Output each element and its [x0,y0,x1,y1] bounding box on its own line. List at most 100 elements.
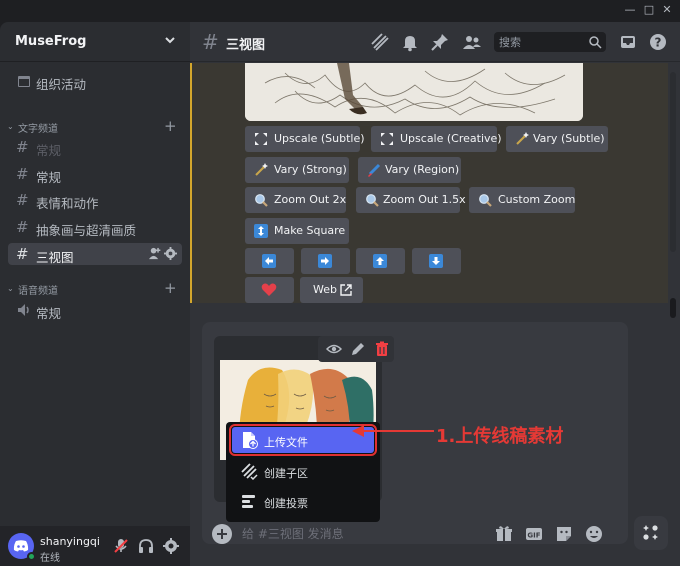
hash-icon: # [16,191,29,209]
upscale-subtle-button[interactable]: Upscale (Subtle) [245,126,365,152]
sidebar-item-events[interactable]: 组织活动 [8,70,182,92]
chevron-down-icon: ⌄ [7,122,14,131]
mic-muted-icon[interactable] [112,537,130,555]
add-channel-icon[interactable]: + [164,279,177,297]
create-thread-menu-item[interactable]: 创建子区 [232,458,374,484]
threads-icon[interactable] [370,32,390,52]
channel-label: 抽象画与超清画质 [36,223,137,238]
zoom-out-2x-button[interactable]: Zoom Out 2x [245,187,346,213]
web-link-button[interactable]: Web [300,277,363,303]
server-header[interactable]: MuseFrog [0,22,190,62]
username: shanyingqi [40,535,100,548]
add-attachment-button[interactable] [212,524,232,544]
close-icon[interactable]: ✕ [660,3,674,17]
channel-label: 三视图 [36,250,74,265]
custom-zoom-button[interactable]: Custom Zoom [469,187,575,213]
message-input[interactable] [242,526,482,542]
scrollbar-track[interactable] [670,72,676,252]
magnifier-icon [255,194,268,207]
sticker-icon[interactable] [554,524,574,544]
sidebar-item-channel[interactable]: # 表情和动作 [8,189,182,211]
emoji-icon[interactable] [584,524,604,544]
magnifier-icon [366,194,379,207]
sidebar-item-channel-active[interactable]: # 三视图 [8,243,182,265]
arrow-right-icon [318,254,332,268]
thread-icon [241,463,258,480]
user-panel: shanyingqi 在线 [0,526,190,566]
button-label: Custom Zoom [498,193,576,206]
search-box[interactable] [494,32,606,52]
members-icon[interactable] [462,32,482,52]
hash-icon: # [16,218,29,236]
maximize-icon[interactable]: □ [642,3,656,17]
plus-icon [217,529,227,539]
vary-subtle-button[interactable]: Vary (Subtle) [506,126,608,152]
create-poll-menu-item[interactable]: 创建投票 [232,488,374,514]
pencil-icon[interactable] [350,341,366,357]
discord-logo-icon [13,540,29,552]
minimize-icon[interactable]: — [623,3,637,17]
sidebar-item-channel[interactable]: # 常规 [8,136,182,158]
expand-icon [255,133,267,145]
button-label: Vary (Region) [385,163,460,176]
category-text-channels[interactable]: ⌄ 文字频道 + [4,117,184,135]
sidebar-item-voice-channel[interactable]: 常规 [8,299,182,321]
add-channel-icon[interactable]: + [164,117,177,135]
eye-icon[interactable] [326,341,342,357]
category-voice-channels[interactable]: ⌄ 语音频道 + [4,279,184,297]
category-label: 文字频道 [18,124,58,135]
inbox-icon[interactable] [618,32,638,52]
button-label: Zoom Out 1.5x [383,193,466,206]
poll-icon [242,495,255,508]
search-icon [589,36,602,49]
message-list: Upscale (Subtle) Upscale (Creative) Vary… [190,63,668,303]
menu-item-label: 创建投票 [264,497,308,510]
help-icon[interactable]: ? [648,32,668,52]
hash-icon: # [16,165,29,183]
generated-artwork-image[interactable] [245,63,583,121]
upscale-creative-button[interactable]: Upscale (Creative) [371,126,502,152]
menu-item-label: 上传文件 [264,436,308,449]
button-label: Upscale (Creative) [400,132,502,145]
channel-sidebar: MuseFrog 组织活动 ⌄ 文字频道 + # 常规 # 常规 # 表情和动作… [0,22,190,566]
apps-button[interactable] [634,516,668,550]
add-member-icon[interactable] [148,247,161,260]
channel-label: 常规 [36,306,62,321]
vary-region-button[interactable]: Vary (Region) [358,157,461,183]
search-input[interactable] [499,34,585,50]
scrollbar-thumb[interactable] [670,298,676,318]
attachment-preview: 上传文件 创建子区 创建投票 [214,336,394,522]
speaker-icon [18,304,29,316]
pin-icon[interactable] [430,32,450,52]
pan-right-button[interactable] [301,248,350,274]
button-label: Zoom Out 2x [274,193,347,206]
channel-label: 表情和动作 [36,196,99,211]
vary-strong-button[interactable]: Vary (Strong) [245,157,349,183]
svg-text:GIF: GIF [527,532,540,540]
make-square-button[interactable]: Make Square [245,218,349,244]
magic-wand-icon [516,132,529,145]
pan-left-button[interactable] [245,248,294,274]
hash-icon: # [16,245,29,263]
gif-icon[interactable]: GIF [524,524,544,544]
gift-icon[interactable] [494,524,514,544]
annotation-arrow-icon [352,425,434,437]
bell-icon[interactable] [400,32,420,52]
gear-icon[interactable] [164,247,177,260]
sidebar-item-channel[interactable]: # 常规 [8,163,182,185]
heart-icon [261,283,277,296]
gear-icon[interactable] [162,537,180,555]
headphones-icon[interactable] [137,537,155,555]
hash-icon: # [16,138,29,156]
favorite-button[interactable] [245,277,294,303]
mention-highlight-bar [190,63,192,303]
zoom-out-1-5x-button[interactable]: Zoom Out 1.5x [356,187,466,213]
sidebar-item-channel[interactable]: # 抽象画与超清画质 [8,216,182,238]
channel-label: 常规 [36,170,62,185]
pan-down-button[interactable] [412,248,461,274]
up-down-arrow-icon [254,224,268,238]
magic-wand-icon [255,163,268,176]
trash-icon[interactable] [374,341,390,357]
pan-up-button[interactable] [356,248,405,274]
online-status-dot [27,552,36,561]
